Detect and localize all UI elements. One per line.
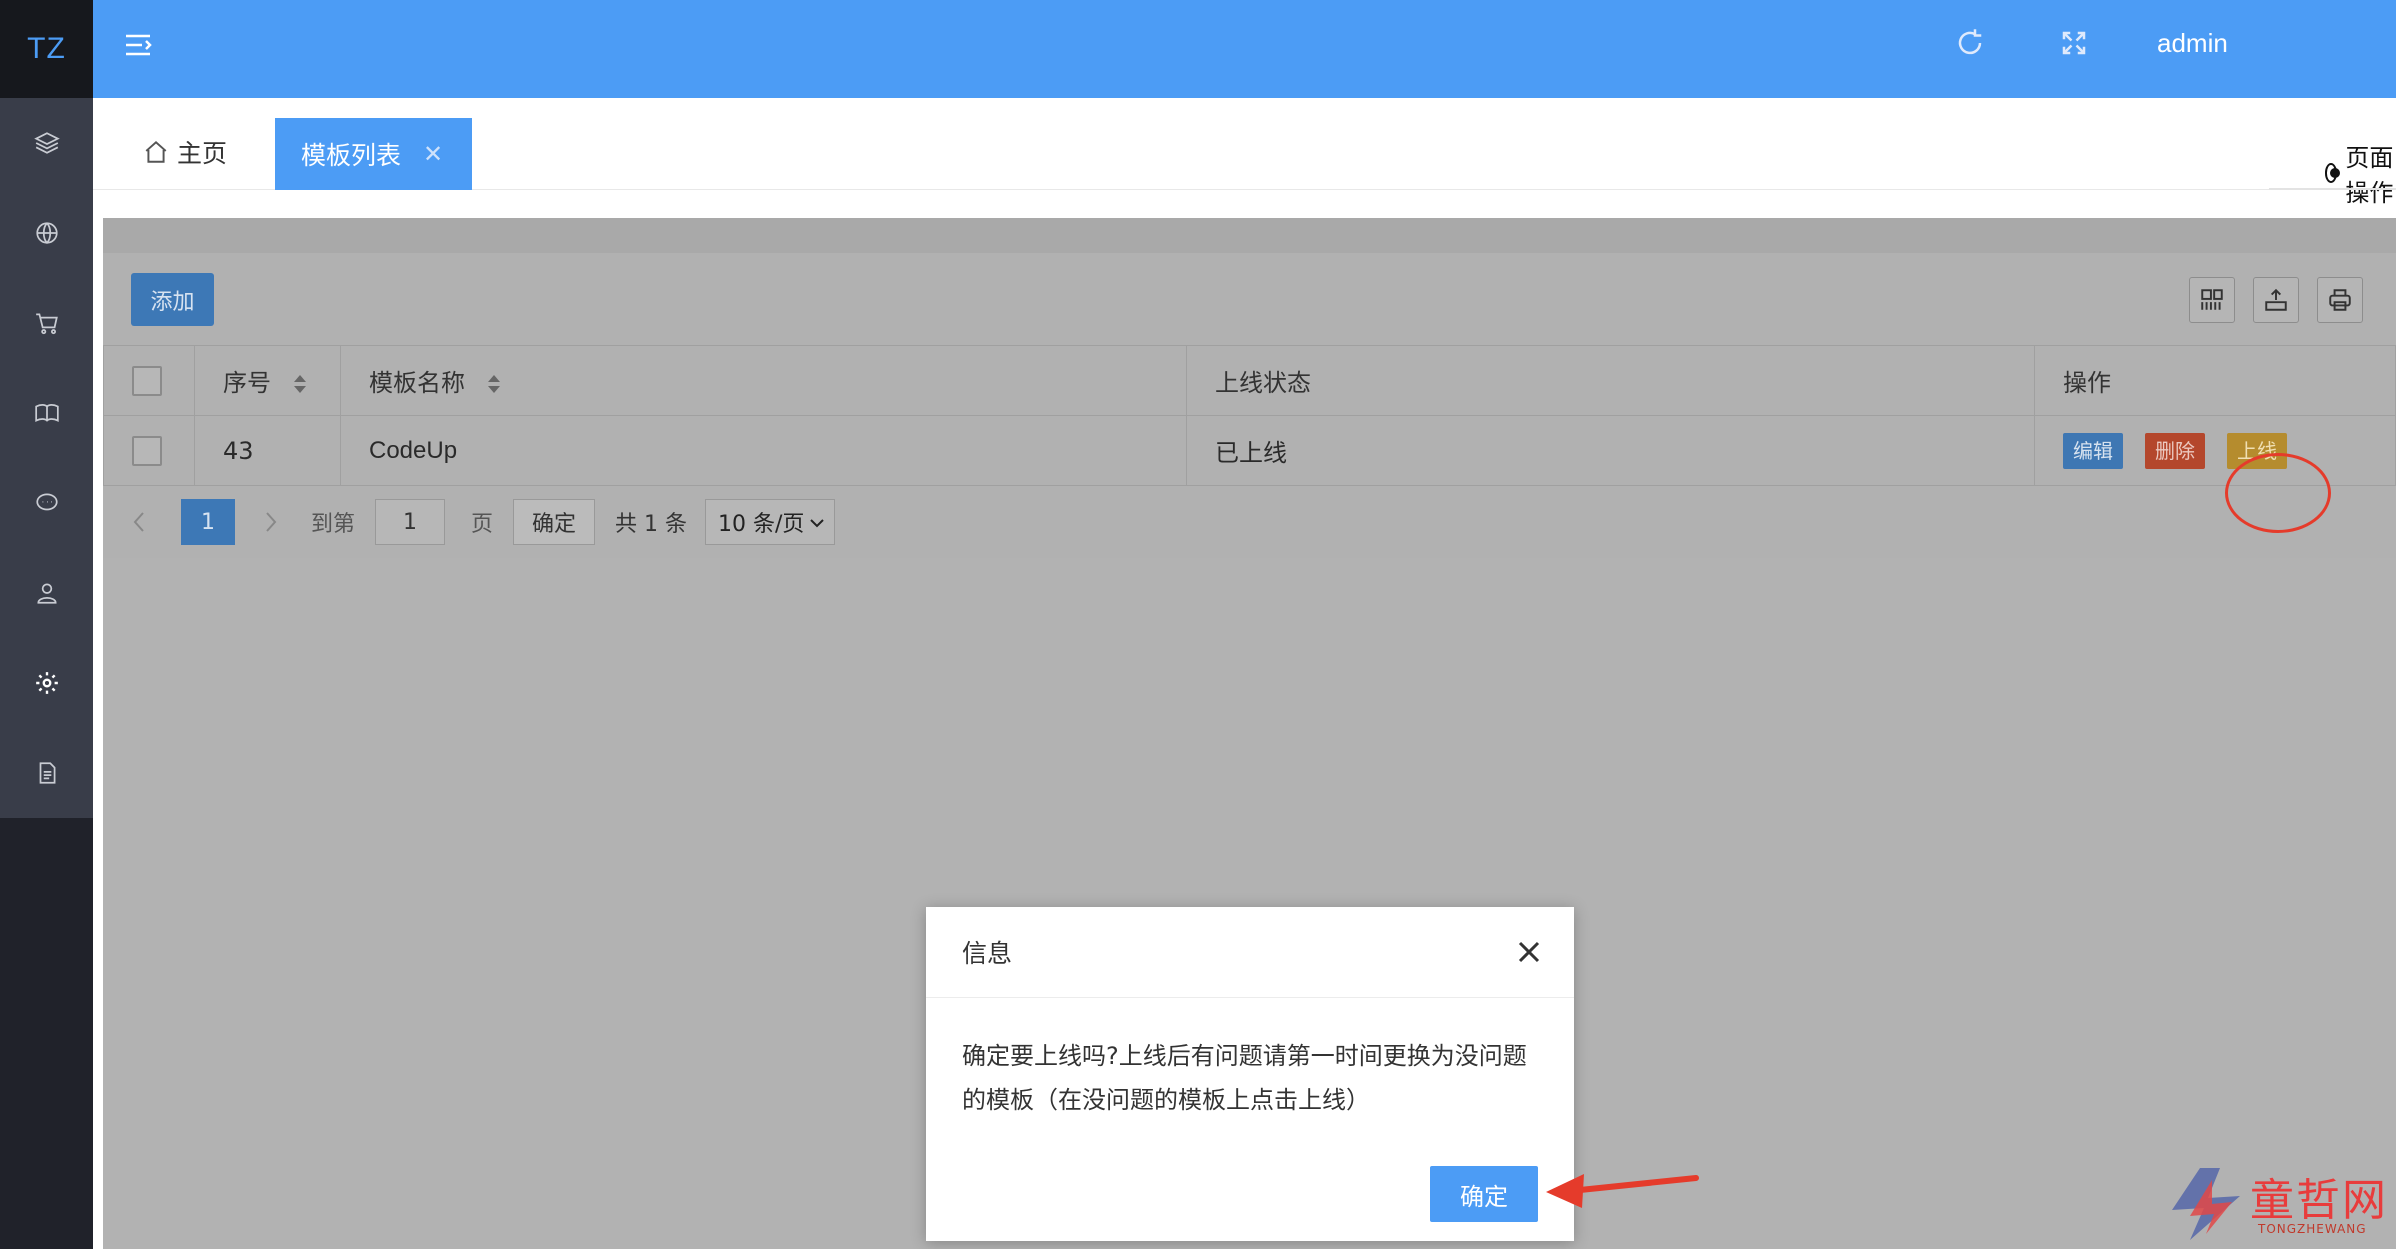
sidebar-item-settings[interactable]: [0, 638, 93, 728]
sidebar-item-cart[interactable]: [0, 278, 93, 368]
watermark-logo: 童哲网 TONGZHEWANG: [2160, 1160, 2396, 1249]
document-icon: [39, 762, 55, 784]
select-all-cell: [103, 345, 195, 416]
goto-confirm-button[interactable]: 确定: [513, 499, 596, 545]
dialog-message: 确定要上线吗?上线后有问题请第一时间更换为没问题的模板（在没问题的模板上点击上线…: [962, 1042, 1527, 1114]
content-topbar: [103, 218, 2396, 253]
print-button[interactable]: [2317, 277, 2363, 323]
chevron-right-icon: [266, 512, 277, 532]
col-id-header[interactable]: 序号: [194, 345, 341, 416]
col-id-label: 序号: [223, 369, 271, 397]
row-checkbox[interactable]: [132, 435, 162, 466]
select-all-checkbox[interactable]: [132, 365, 162, 396]
menu-toggle-button[interactable]: [123, 30, 153, 60]
page-number-current[interactable]: 1: [181, 499, 235, 545]
sidebar-item-globe[interactable]: [0, 188, 93, 278]
app-logo[interactable]: TZ: [0, 0, 93, 98]
sidebar-item-chat[interactable]: [0, 458, 93, 548]
menu-fold-icon: [126, 34, 152, 56]
row-status: 已上线: [1186, 415, 2035, 486]
columns-icon: [2201, 289, 2223, 310]
chevron-down-icon: [810, 519, 824, 528]
sidebar: TZ: [0, 0, 93, 1249]
confirm-dialog: 信息 确定要上线吗?上线后有问题请第一时间更换为没问题的模板（在没问题的模板上点…: [926, 907, 1574, 1241]
table-panel: 添加 序号 模板名称 上线状态 操作 43 CodeUp 已上线 编辑 删除 上…: [103, 253, 2396, 558]
pagination: 1 到第 1 页 确定 共 1 条 10 条/页: [103, 487, 2396, 557]
sidebar-item-document[interactable]: [0, 728, 93, 818]
dialog-title: 信息: [962, 939, 1013, 968]
delete-button[interactable]: 删除: [2145, 432, 2205, 469]
total-count: 共 1 条: [615, 512, 688, 537]
dialog-close-button[interactable]: [1514, 937, 1544, 967]
export-icon: [2265, 288, 2287, 311]
tab-bar: 主页 模板列表 ✕ 页面操作: [93, 98, 2396, 207]
prev-page-button[interactable]: [129, 507, 159, 537]
top-header: admin: [93, 0, 2396, 98]
goto-page-input[interactable]: 1: [375, 499, 446, 545]
dialog-ok-button[interactable]: 确定: [1430, 1166, 1538, 1222]
page-unit-label: 页: [471, 512, 494, 537]
tab-template-list[interactable]: 模板列表 ✕: [275, 118, 472, 190]
refresh-icon: [1958, 29, 1982, 55]
red-arrow-annotation: [1546, 1174, 1699, 1208]
col-name-header[interactable]: 模板名称: [340, 345, 1187, 416]
layers-icon: [33, 132, 60, 154]
radio-dot-icon: [2325, 163, 2341, 183]
page-operations-label: 页面操作: [2345, 144, 2394, 207]
tab-home[interactable]: 主页: [143, 134, 227, 170]
sidebar-item-layers[interactable]: [0, 98, 93, 188]
cart-icon: [35, 313, 58, 335]
fullscreen-button[interactable]: [2059, 28, 2089, 58]
edit-button[interactable]: 编辑: [2063, 432, 2123, 469]
col-name-label: 模板名称: [369, 369, 465, 397]
tab-home-label: 主页: [177, 139, 228, 168]
close-icon: [1518, 941, 1540, 963]
row-name: CodeUp: [340, 415, 1187, 486]
dialog-header: 信息: [926, 907, 1574, 998]
template-table: 序号 模板名称 上线状态 操作 43 CodeUp 已上线 编辑 删除 上线: [103, 345, 2396, 486]
col-actions-header: 操作: [2034, 345, 2396, 416]
chat-icon: [35, 493, 58, 511]
add-button[interactable]: 添加: [131, 273, 214, 326]
tab-template-list-label: 模板列表: [301, 141, 402, 170]
page-size-value: 10 条/页: [718, 512, 805, 537]
chevron-left-icon: [133, 512, 144, 532]
close-icon[interactable]: ✕: [423, 140, 443, 168]
row-id: 43: [194, 415, 341, 486]
globe-icon: [35, 222, 58, 244]
fullscreen-icon: [2062, 31, 2086, 55]
next-page-button[interactable]: [261, 507, 291, 537]
home-icon: [145, 140, 167, 163]
columns-filter-button[interactable]: [2189, 277, 2235, 323]
row-select-cell: [103, 415, 195, 486]
sort-icon[interactable]: [487, 373, 501, 395]
sidebar-item-user[interactable]: [0, 548, 93, 638]
row-actions: 编辑 删除 上线: [2034, 415, 2396, 486]
print-icon: [2329, 289, 2351, 311]
col-status-header: 上线状态: [1186, 345, 2035, 416]
watermark-text: 童哲网: [2250, 1175, 2388, 1226]
table-header-row: 序号 模板名称 上线状态 操作: [103, 345, 2396, 416]
table-row: 43 CodeUp 已上线 编辑 删除 上线: [103, 415, 2396, 486]
export-button[interactable]: [2253, 277, 2299, 323]
page-size-select[interactable]: 10 条/页: [705, 499, 836, 545]
gear-icon: [35, 672, 58, 694]
watermark-emblem-icon: [2172, 1168, 2240, 1240]
sidebar-menu: [0, 98, 93, 818]
sort-icon[interactable]: [293, 373, 307, 395]
divider: [2269, 188, 2396, 190]
goto-label: 到第: [311, 512, 356, 537]
watermark-subtext: TONGZHEWANG: [2258, 1222, 2367, 1236]
refresh-button[interactable]: [1955, 28, 1985, 58]
sidebar-item-book[interactable]: [0, 368, 93, 458]
book-icon: [34, 404, 59, 422]
user-icon: [36, 583, 57, 604]
user-menu[interactable]: admin: [2157, 28, 2228, 59]
page-operations-button[interactable]: 页面操作: [2325, 138, 2396, 208]
